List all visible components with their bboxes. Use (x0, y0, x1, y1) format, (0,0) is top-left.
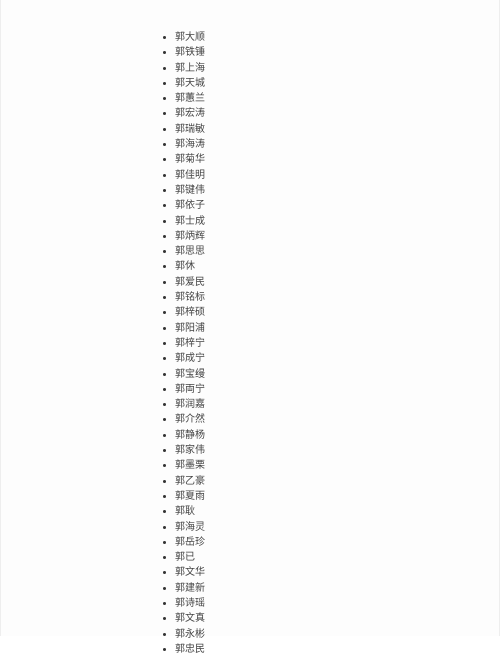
list-item: 郭瑞敏 (161, 122, 499, 137)
list-item: 郭宏涛 (161, 106, 499, 121)
list-item: 郭岳珍 (161, 535, 499, 550)
list-item: 郭炳辉 (161, 229, 499, 244)
list-item: 郭忠民 (161, 642, 499, 657)
list-item: 郭铭标 (161, 290, 499, 305)
list-item: 郭両宁 (161, 382, 499, 397)
list-item: 郭建新 (161, 581, 499, 596)
list-item: 郭墨栗 (161, 458, 499, 473)
list-item: 郭休 (161, 259, 499, 274)
list-item: 郭梓硕 (161, 305, 499, 320)
list-item: 郭乙豪 (161, 474, 499, 489)
list-item: 郭依子 (161, 198, 499, 213)
list-item: 郭思思 (161, 244, 499, 259)
list-item: 郭蕙兰 (161, 91, 499, 106)
list-item: 郭家伟 (161, 443, 499, 458)
list-item: 郭静杨 (161, 428, 499, 443)
list-item: 郭爱民 (161, 275, 499, 290)
list-item: 郭宝缦 (161, 367, 499, 382)
list-item: 郭阳浦 (161, 321, 499, 336)
list-item: 郭润嘉 (161, 397, 499, 412)
list-item: 郭海涛 (161, 137, 499, 152)
list-item: 郭海灵 (161, 520, 499, 535)
list-item: 郭夏雨 (161, 489, 499, 504)
list-item: 郭佳明 (161, 168, 499, 183)
list-item: 郭介然 (161, 412, 499, 427)
list-item: 郭诗瑶 (161, 596, 499, 611)
list-item: 郭士成 (161, 214, 499, 229)
list-item: 郭上海 (161, 61, 499, 76)
document-body: 郭大顺郭铁锤郭上海郭天城郭蕙兰郭宏涛郭瑞敏郭海涛郭菊华郭佳明郭键伟郭依子郭士成郭… (0, 0, 500, 636)
list-item: 郭梓宁 (161, 336, 499, 351)
list-item: 郭文华 (161, 565, 499, 580)
list-item: 郭成宁 (161, 351, 499, 366)
name-list: 郭大顺郭铁锤郭上海郭天城郭蕙兰郭宏涛郭瑞敏郭海涛郭菊华郭佳明郭键伟郭依子郭士成郭… (1, 30, 499, 657)
list-item: 郭文真 (161, 611, 499, 626)
list-item: 郭耿 (161, 504, 499, 519)
list-item: 郭键伟 (161, 183, 499, 198)
list-item: 郭大顺 (161, 30, 499, 45)
list-item: 郭已 (161, 550, 499, 565)
list-item: 郭天城 (161, 76, 499, 91)
list-item: 郭铁锤 (161, 45, 499, 60)
list-item: 郭菊华 (161, 152, 499, 167)
list-item: 郭永彬 (161, 627, 499, 642)
